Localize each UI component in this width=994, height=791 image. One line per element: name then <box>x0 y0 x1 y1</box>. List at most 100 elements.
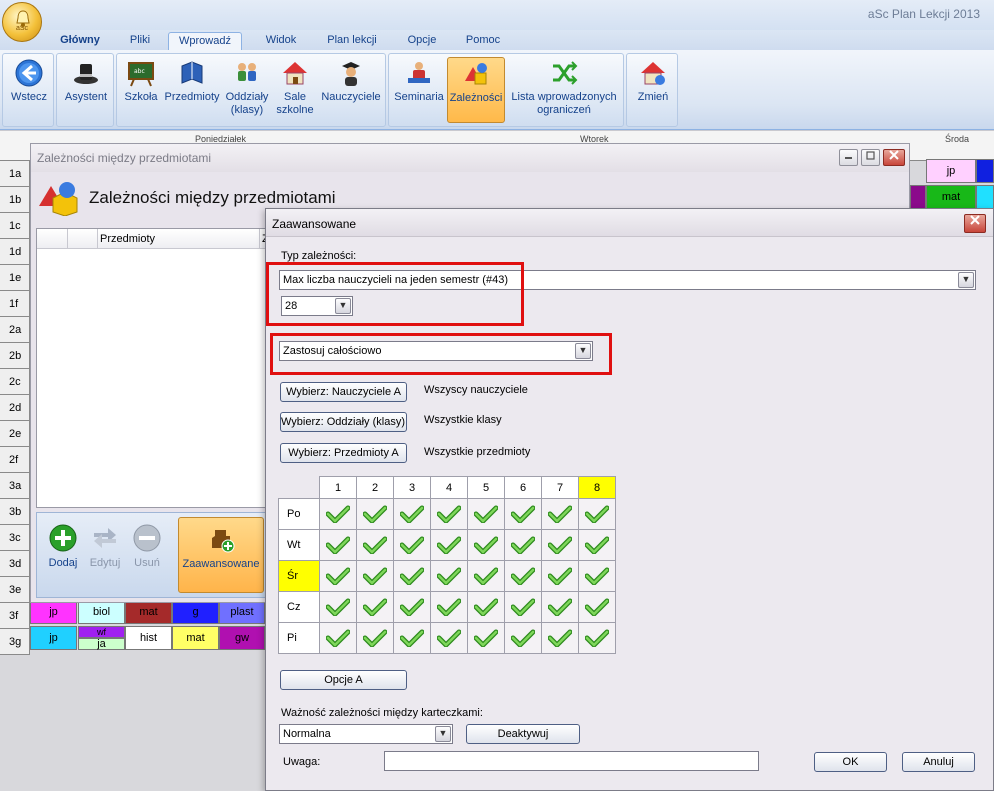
day-header[interactable]: Pi <box>278 622 320 654</box>
timetable-row-label[interactable]: 3e <box>0 577 30 603</box>
constraints-list-button[interactable]: Lista wprowadzonych ograniczeń <box>507 58 621 117</box>
period-cell[interactable] <box>356 498 394 530</box>
timetable-cell[interactable]: mat <box>926 185 976 209</box>
period-header[interactable]: 5 <box>467 476 505 499</box>
note-input[interactable] <box>384 751 759 771</box>
period-cell[interactable] <box>356 560 394 592</box>
period-cell[interactable] <box>356 622 394 654</box>
advanced-close-button[interactable] <box>964 214 986 233</box>
timetable-row-label[interactable]: 2e <box>0 421 30 447</box>
timetable-row-label[interactable]: 3f <box>0 603 30 629</box>
tab-pliki[interactable]: Pliki <box>122 32 158 50</box>
period-cell[interactable] <box>319 622 357 654</box>
column-header-subjects[interactable]: Przedmioty <box>100 233 155 245</box>
timetable-cell[interactable]: jp <box>30 626 77 650</box>
period-cell[interactable] <box>467 560 505 592</box>
period-cell[interactable] <box>578 560 616 592</box>
tab-glowny[interactable]: Główny <box>55 32 105 50</box>
timetable-row-label[interactable]: 3d <box>0 551 30 577</box>
timetable-cell[interactable]: hist <box>125 626 172 650</box>
period-header[interactable]: 3 <box>393 476 431 499</box>
period-cell[interactable] <box>467 498 505 530</box>
period-cell[interactable] <box>319 498 357 530</box>
timetable-cell[interactable]: plast <box>219 600 265 624</box>
period-cell[interactable] <box>393 560 431 592</box>
remove-button[interactable]: Usuń <box>127 523 167 569</box>
period-cell[interactable] <box>430 498 468 530</box>
maximize-button[interactable] <box>861 149 880 166</box>
period-cell[interactable] <box>578 622 616 654</box>
day-header[interactable]: Po <box>278 498 320 530</box>
timetable-cell[interactable]: jp <box>926 159 976 183</box>
timetable-row-label[interactable]: 2c <box>0 369 30 395</box>
deactivate-button[interactable]: Deaktywuj <box>466 724 580 744</box>
period-cell[interactable] <box>430 529 468 561</box>
timetable-row-label[interactable]: 1c <box>0 213 30 239</box>
period-cell[interactable] <box>319 560 357 592</box>
assistant-button[interactable]: Asystent <box>61 58 111 104</box>
period-header[interactable]: 6 <box>504 476 542 499</box>
minimize-button[interactable] <box>839 149 858 166</box>
add-button[interactable]: Dodaj <box>43 523 83 569</box>
period-cell[interactable] <box>541 560 579 592</box>
day-header[interactable]: Cz <box>278 591 320 623</box>
timetable-row-label[interactable]: 3b <box>0 499 30 525</box>
period-cell[interactable] <box>430 591 468 623</box>
timetable-row-label[interactable]: 1f <box>0 291 30 317</box>
subjects-button[interactable]: Przedmioty <box>163 58 221 104</box>
day-header[interactable]: Śr <box>278 560 320 592</box>
chevron-down-icon[interactable]: ▼ <box>958 272 974 288</box>
period-cell[interactable] <box>504 529 542 561</box>
tab-plan-lekcji[interactable]: Plan lekcji <box>320 32 384 50</box>
timetable-row-label[interactable]: 2a <box>0 317 30 343</box>
edit-button[interactable]: Edytuj <box>85 523 125 569</box>
period-cell[interactable] <box>430 622 468 654</box>
timetable-cell[interactable]: ja <box>78 638 125 650</box>
period-cell[interactable] <box>541 529 579 561</box>
timetable-cell[interactable]: mat <box>125 600 172 624</box>
period-cell[interactable] <box>541 498 579 530</box>
back-button[interactable]: Wstecz <box>7 58 51 104</box>
options-button[interactable]: Opcje A <box>280 670 407 690</box>
timetable-cell[interactable] <box>910 185 926 209</box>
period-cell[interactable] <box>541 591 579 623</box>
app-menu-orb[interactable]: aSc <box>2 2 42 42</box>
period-cell[interactable] <box>467 622 505 654</box>
seminars-button[interactable]: Seminaria <box>393 58 445 104</box>
period-header[interactable]: 7 <box>541 476 579 499</box>
timetable-cell[interactable]: g <box>172 600 219 624</box>
period-cell[interactable] <box>356 529 394 561</box>
timetable-row-label[interactable]: 2f <box>0 447 30 473</box>
period-cell[interactable] <box>467 529 505 561</box>
timetable-cell[interactable]: biol <box>78 600 125 624</box>
period-cell[interactable] <box>578 498 616 530</box>
change-button[interactable]: Zmień <box>631 58 675 104</box>
period-cell[interactable] <box>504 591 542 623</box>
day-header[interactable]: Wt <box>278 529 320 561</box>
advanced-button[interactable]: Zaawansowane <box>178 517 264 593</box>
timetable-row-label[interactable]: 3c <box>0 525 30 551</box>
timetable-cell[interactable]: mat <box>172 626 219 650</box>
timetable-row-label[interactable]: 1e <box>0 265 30 291</box>
timetable-row-label[interactable]: 3g <box>0 629 30 655</box>
cancel-button[interactable]: Anuluj <box>902 752 975 772</box>
timetable-cell[interactable]: jp <box>30 600 77 624</box>
select-classes-button[interactable]: Wybierz: Oddziały (klasy) A <box>280 412 407 432</box>
close-button[interactable] <box>883 149 905 166</box>
importance-select[interactable]: Normalna ▼ <box>279 724 453 744</box>
period-cell[interactable] <box>393 591 431 623</box>
period-cell[interactable] <box>393 622 431 654</box>
period-cell[interactable] <box>504 622 542 654</box>
timetable-cell[interactable] <box>976 159 994 183</box>
tab-wprowadz[interactable]: Wprowadź <box>168 32 242 50</box>
classes-button[interactable]: Oddziały (klasy) <box>223 58 271 117</box>
timetable-row-label[interactable]: 2d <box>0 395 30 421</box>
rooms-button[interactable]: Sale szkolne <box>273 58 317 117</box>
tab-opcje[interactable]: Opcje <box>398 32 446 50</box>
tab-pomoc[interactable]: Pomoc <box>458 32 508 50</box>
timetable-row-label[interactable]: 1b <box>0 187 30 213</box>
period-cell[interactable] <box>356 591 394 623</box>
tab-widok[interactable]: Widok <box>256 32 306 50</box>
period-cell[interactable] <box>578 529 616 561</box>
ok-button[interactable]: OK <box>814 752 887 772</box>
